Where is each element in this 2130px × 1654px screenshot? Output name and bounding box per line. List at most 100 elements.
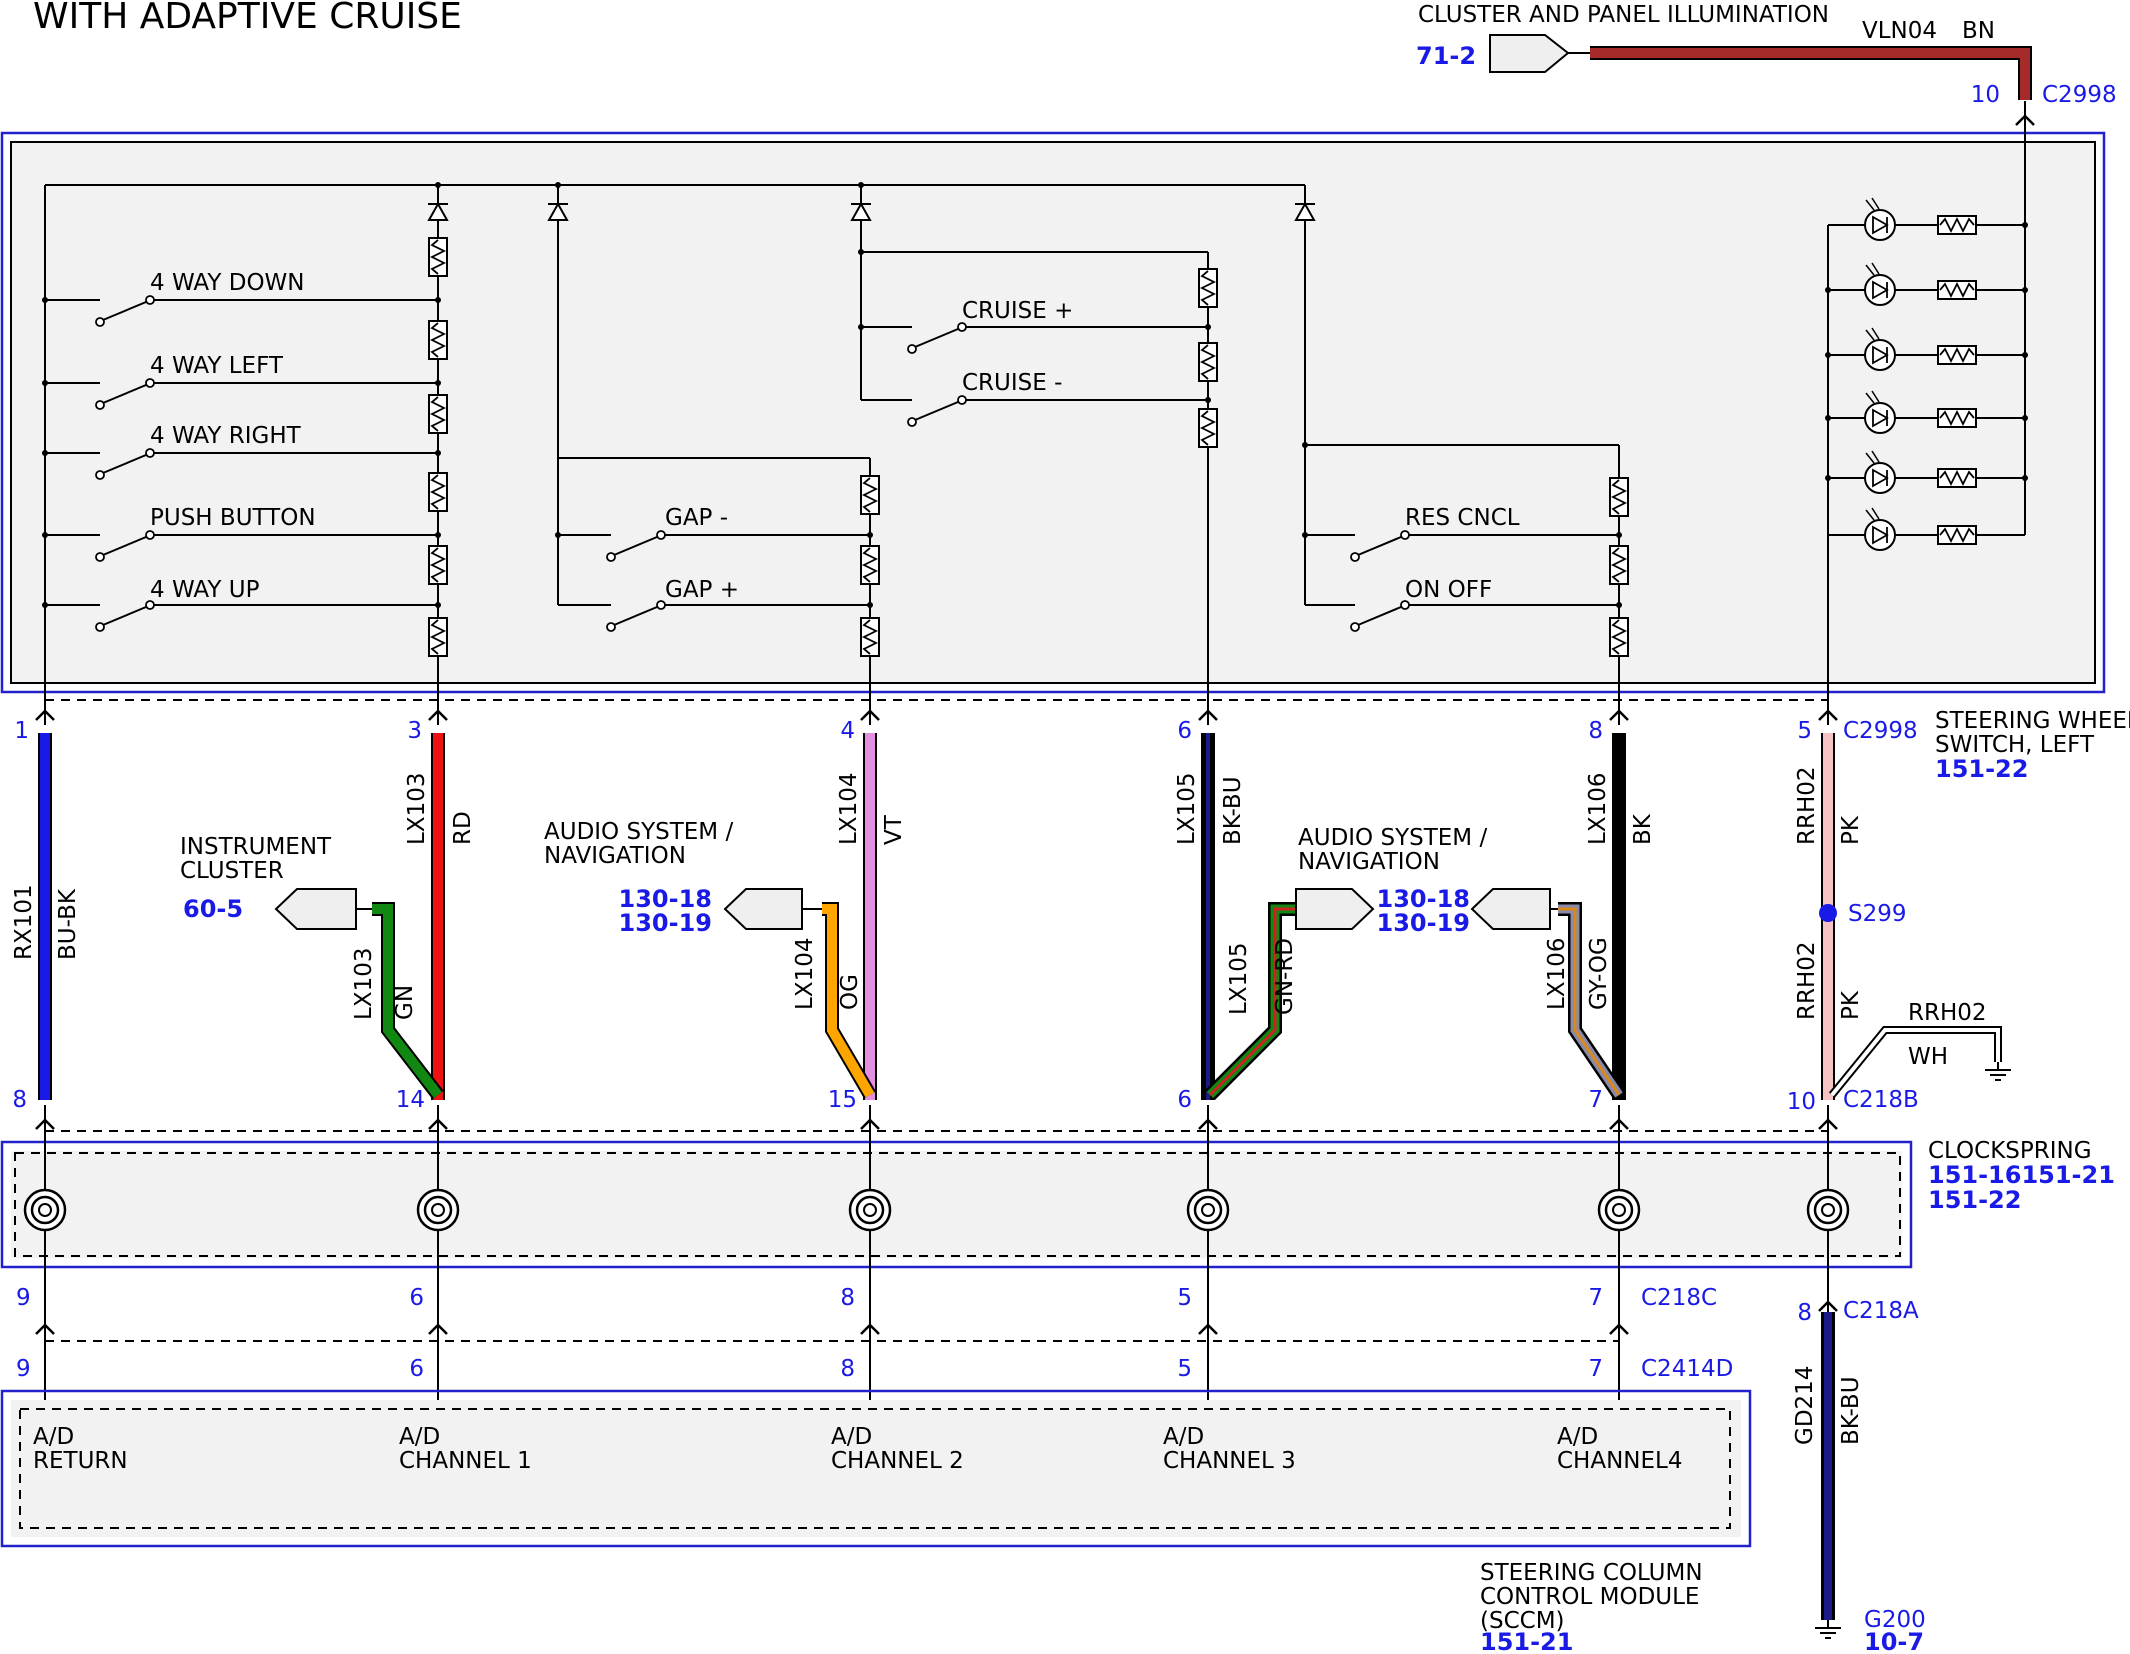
diagram-canvas: WITH ADAPTIVE CRUISE CLUSTER AND PANEL I… (0, 0, 2130, 1654)
illumination-pin: 10 (1971, 82, 2000, 108)
sccm-label-line2: CONTROL MODULE (1480, 1584, 1699, 1610)
branch-ref: 60-5 (183, 895, 243, 923)
instrument-cluster-connector-icon (274, 888, 357, 930)
wiring-diagram: WITH ADAPTIVE CRUISE CLUSTER AND PANEL I… (0, 0, 2130, 1654)
branch-ref: 130-19 (619, 909, 712, 937)
branch-color-label: GN (392, 985, 418, 1020)
connector-name: C2998 (1843, 718, 1918, 744)
illumination-connector-icon (1489, 34, 1570, 73)
switch-push-button: PUSH BUTTON (150, 505, 316, 531)
switch-res-cncl: RES CNCL (1405, 505, 1520, 531)
wire-color-label: PK (1838, 815, 1864, 845)
diagram-title: WITH ADAPTIVE CRUISE (33, 0, 462, 37)
audio-connector-icon-2 (1295, 888, 1375, 930)
wire-circuit-label: LX105 (1174, 773, 1200, 845)
illumination-feed: CLUSTER AND PANEL ILLUMINATION 71-2 VLN0… (1416, 2, 2117, 132)
branch-color-label: GY-OG (1586, 937, 1612, 1010)
wire-color-label: BK-BU (1220, 776, 1246, 845)
wire-color-label: VT (881, 814, 907, 845)
pin-label: 4 (840, 718, 855, 744)
wire-circuit-label: RRH02 (1794, 941, 1820, 1020)
connector-name: C2414D (1641, 1356, 1733, 1382)
switch-4-way-down: 4 WAY DOWN (150, 270, 305, 296)
splice-label: S299 (1848, 901, 1907, 927)
branch-circuit-label: LX105 (1226, 943, 1252, 1015)
pin-label: 15 (828, 1087, 857, 1113)
ground-circuit-label: GD214 (1792, 1366, 1818, 1445)
connector-c218c-pins (34, 1308, 1630, 1341)
clockspring-ref1: 151-16151-21 (1928, 1161, 2115, 1189)
wire-circuit-label: RX101 (11, 884, 37, 960)
module-ref: 151-22 (1935, 755, 2028, 783)
branch-dest-line2: NAVIGATION (1298, 849, 1440, 875)
sccm-channel-l2: CHANNEL 2 (831, 1448, 964, 1474)
sccm-channel-l2: RETURN (33, 1448, 128, 1474)
wire-circuit-label: LX104 (836, 773, 862, 845)
sccm-channel-l1: A/D (1163, 1424, 1204, 1450)
clockspring-ref2: 151-22 (1928, 1186, 2021, 1214)
branch-dest-line1: AUDIO SYSTEM / (544, 819, 733, 845)
sccm-channel-l2: CHANNEL4 (1557, 1448, 1682, 1474)
sccm-channel-l2: CHANNEL 1 (399, 1448, 532, 1474)
switch-cruise-minus: CRUISE - (962, 370, 1062, 396)
wire-color-label: BU-BK (55, 888, 81, 960)
switch-on-off: ON OFF (1405, 577, 1492, 603)
branch-circuit-label: LX104 (792, 938, 818, 1010)
switch-4-way-up: 4 WAY UP (150, 577, 260, 603)
branch-dest-line2: CLUSTER (180, 858, 284, 884)
pin-label: 7 (1588, 1087, 1603, 1113)
branch-dest-line1: AUDIO SYSTEM / (1298, 825, 1487, 851)
pin-label: 9 (16, 1285, 31, 1311)
module-label-line1: STEERING WHEEL (1935, 708, 2130, 734)
pin-label: 7 (1588, 1356, 1603, 1382)
audio-connector-icon-1 (723, 888, 803, 930)
splice-s299-dot (1819, 904, 1837, 922)
pin-label: 8 (12, 1087, 27, 1113)
pin-label: 6 (1177, 1087, 1192, 1113)
wire-color-label: PK (1838, 990, 1864, 1020)
illumination-connector: C2998 (2042, 82, 2117, 108)
pin-label: 8 (840, 1356, 855, 1382)
sccm-channel-l1: A/D (399, 1424, 440, 1450)
sccm-label-line1: STEERING COLUMN (1480, 1560, 1703, 1586)
wire-labels: RX101 BU-BK LX103 RD LX104 VT LX105 BK-B… (11, 766, 1864, 1445)
wire-color-label: RD (450, 811, 476, 845)
branch-circuit-label: LX103 (351, 948, 377, 1020)
ground-color-label: BK-BU (1838, 1376, 1864, 1445)
branch-wire-color: WH (1908, 1044, 1948, 1070)
audio-connector-icon-3 (1470, 888, 1551, 930)
branch-color-label: OG (837, 974, 863, 1010)
sccm-channel-l2: CHANNEL 3 (1163, 1448, 1296, 1474)
branch-dest-line2: NAVIGATION (544, 843, 686, 869)
connector-name: C218A (1843, 1298, 1919, 1324)
illumination-color: BN (1962, 18, 1995, 44)
illumination-ref: 71-2 (1416, 42, 1476, 70)
pin-label: 8 (1797, 1300, 1812, 1326)
wire-circuit-label: LX103 (404, 773, 430, 845)
clockspring (0, 1131, 1913, 1410)
switch-cruise-plus: CRUISE + (962, 298, 1073, 324)
ground-ref: 10-7 (1864, 1628, 1924, 1654)
pin-label: 10 (1787, 1089, 1816, 1115)
pin-label: 1 (14, 718, 29, 744)
branch-circuit-label: LX106 (1544, 938, 1570, 1010)
branch-ref: 130-19 (1377, 909, 1470, 937)
module-inner-box (10, 141, 2096, 684)
pin-label: 8 (840, 1285, 855, 1311)
branch-color-label: GN-RD (1272, 938, 1298, 1015)
pin-label: 8 (1588, 718, 1603, 744)
illumination-label: CLUSTER AND PANEL ILLUMINATION (1418, 2, 1829, 28)
wire-color-label: BK (1630, 813, 1656, 845)
connector-name: C218B (1843, 1087, 1919, 1113)
illumination-circuit: VLN04 (1862, 18, 1937, 44)
switch-gap-minus: GAP - (665, 505, 728, 531)
pin-label: 3 (407, 718, 422, 744)
pin-label: 7 (1588, 1285, 1603, 1311)
pin-label: 5 (1177, 1285, 1192, 1311)
pin-label: 5 (1177, 1356, 1192, 1382)
pin-label: 6 (409, 1285, 424, 1311)
steering-wheel-switch-module (0, 131, 2106, 694)
sccm-channel-l1: A/D (831, 1424, 872, 1450)
connector-name: C218C (1641, 1285, 1717, 1311)
pin-label: 6 (409, 1356, 424, 1382)
